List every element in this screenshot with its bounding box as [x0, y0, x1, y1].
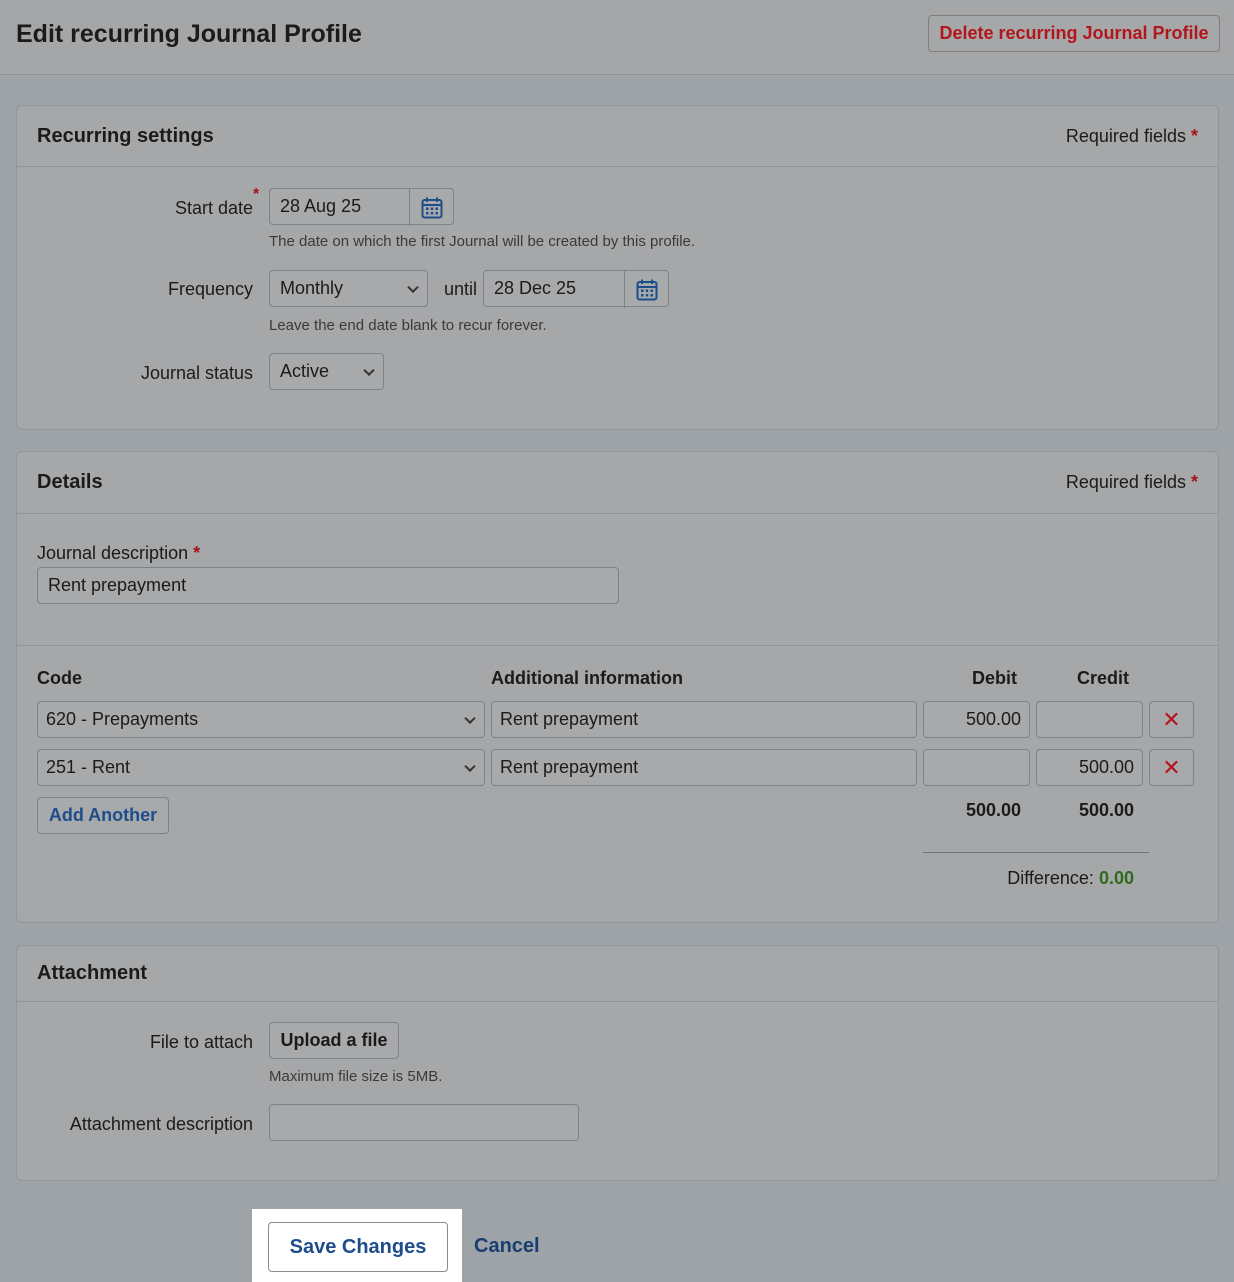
- line-credit-input[interactable]: [1036, 701, 1143, 738]
- required-star: *: [193, 543, 201, 563]
- cancel-link[interactable]: Cancel: [474, 1235, 540, 1258]
- upload-file-button[interactable]: Upload a file: [269, 1022, 399, 1059]
- recurring-settings-header: Recurring settings Required fields *: [17, 106, 1218, 167]
- end-date-input[interactable]: 28 Dec 25: [483, 270, 669, 308]
- save-highlight: Save Changes: [252, 1209, 462, 1282]
- start-date-value: 28 Aug 25: [280, 196, 362, 216]
- required-fields-label: Required fields: [1065, 472, 1186, 492]
- difference-row: Difference: 0.00: [923, 868, 1134, 889]
- line-info-input[interactable]: Rent prepayment: [491, 749, 917, 786]
- total-debit: 500.00: [965, 800, 1021, 820]
- divider: [17, 645, 1218, 646]
- journal-status-label: Journal status: [140, 363, 253, 383]
- journal-description-input[interactable]: Rent prepayment: [37, 567, 619, 604]
- save-changes-button[interactable]: Save Changes: [268, 1222, 448, 1272]
- required-fields-note: Required fields *: [1066, 472, 1198, 493]
- journal-status-select[interactable]: Active: [269, 353, 384, 390]
- until-label: until: [444, 279, 478, 299]
- recurring-settings-title: Recurring settings: [37, 125, 214, 147]
- column-header-code: Code: [37, 668, 82, 688]
- chevron-down-icon: [464, 712, 476, 724]
- close-icon: ✕: [1162, 754, 1181, 780]
- attachment-header: Attachment: [17, 946, 1218, 1002]
- end-date-value: 28 Dec 25: [494, 278, 577, 298]
- line-debit-input[interactable]: [923, 749, 1030, 786]
- column-header-debit: Debit: [972, 668, 1017, 688]
- frequency-hint: Leave the end date blank to recur foreve…: [269, 317, 547, 334]
- line-code-select[interactable]: 620 - Prepayments: [37, 701, 485, 738]
- delete-profile-button[interactable]: Delete recurring Journal Profile: [928, 15, 1220, 52]
- attachment-description-input[interactable]: [269, 1104, 579, 1141]
- calendar-icon: [421, 197, 442, 218]
- start-date-calendar-button[interactable]: [409, 189, 453, 226]
- start-date-input[interactable]: 28 Aug 25: [269, 188, 454, 226]
- line-code-select[interactable]: 251 - Rent: [37, 749, 485, 786]
- totals-divider: [923, 852, 1149, 853]
- close-icon: ✕: [1162, 706, 1181, 732]
- details-panel: Details Required fields * Journal descri…: [16, 451, 1219, 923]
- line-code-value: 620 - Prepayments: [46, 709, 199, 729]
- remove-line-button[interactable]: ✕: [1149, 701, 1194, 738]
- line-debit-input[interactable]: 500.00: [923, 701, 1030, 738]
- required-star: *: [1190, 126, 1198, 146]
- journal-status-value: Active: [280, 361, 330, 381]
- file-to-attach-label: File to attach: [149, 1032, 253, 1052]
- add-another-button[interactable]: Add Another: [37, 797, 169, 834]
- column-header-credit: Credit: [1077, 668, 1130, 688]
- frequency-select[interactable]: Monthly: [269, 270, 428, 307]
- recurring-settings-panel: Recurring settings Required fields * Sta…: [16, 105, 1219, 430]
- attachment-panel: Attachment File to attach Upload a file …: [16, 945, 1219, 1181]
- attachment-description-label: Attachment description: [69, 1114, 253, 1134]
- journal-description-label: Journal description *: [37, 543, 200, 564]
- page-title: Edit recurring Journal Profile: [16, 20, 362, 48]
- frequency-value: Monthly: [280, 278, 344, 298]
- start-date-required-star: *: [253, 186, 260, 203]
- required-star: *: [1190, 472, 1198, 492]
- end-date-calendar-button[interactable]: [624, 271, 668, 308]
- attachment-title: Attachment: [37, 962, 148, 984]
- calendar-icon: [636, 279, 657, 300]
- file-size-hint: Maximum file size is 5MB.: [269, 1068, 443, 1085]
- chevron-down-icon: [363, 364, 375, 376]
- journal-description-label-text: Journal description: [37, 543, 189, 563]
- line-info-input[interactable]: Rent prepayment: [491, 701, 917, 738]
- chevron-down-icon: [407, 281, 419, 293]
- column-header-info: Additional information: [491, 668, 683, 688]
- start-date-label-text: Start date: [174, 198, 253, 218]
- page-header: Edit recurring Journal Profile Delete re…: [0, 0, 1234, 75]
- start-date-label: Start date: [175, 198, 253, 219]
- remove-line-button[interactable]: ✕: [1149, 749, 1194, 786]
- required-fields-note: Required fields *: [1066, 126, 1198, 147]
- difference-label: Difference:: [1007, 868, 1094, 888]
- frequency-label: Frequency: [167, 279, 253, 299]
- line-credit-input[interactable]: 500.00: [1036, 749, 1143, 786]
- details-title: Details: [37, 471, 103, 493]
- chevron-down-icon: [464, 760, 476, 772]
- difference-value: 0.00: [1098, 868, 1134, 888]
- total-credit: 500.00: [1078, 800, 1134, 820]
- details-header: Details Required fields *: [17, 452, 1218, 514]
- line-code-value: 251 - Rent: [46, 757, 131, 777]
- required-fields-label: Required fields: [1065, 126, 1186, 146]
- start-date-hint: The date on which the first Journal will…: [269, 233, 696, 250]
